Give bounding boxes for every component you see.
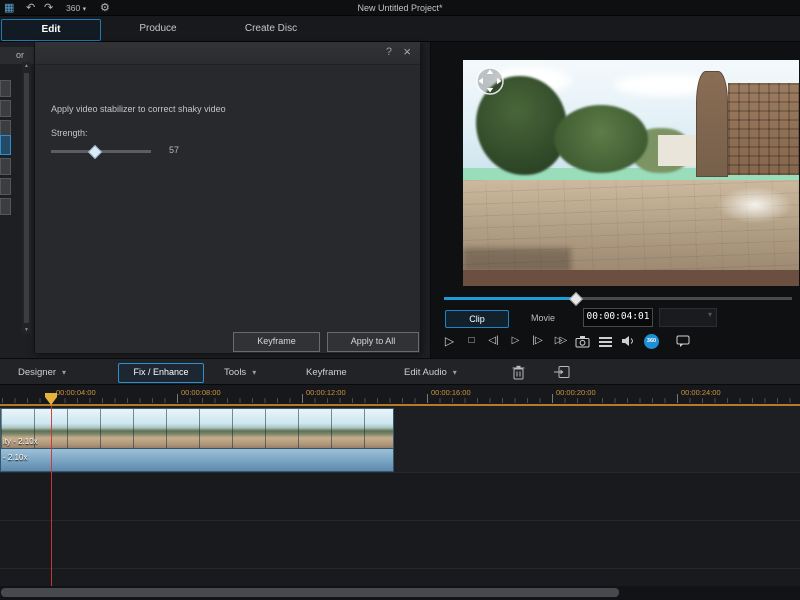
timeline-video-clip[interactable]: ity - 2.10x xyxy=(0,408,394,450)
close-icon[interactable]: × xyxy=(403,44,411,59)
ruler-label: 00:00:16:00 xyxy=(431,388,471,397)
video-ground-strip xyxy=(463,270,799,286)
volume-speaker-icon[interactable] xyxy=(621,335,635,347)
tab-create-disc[interactable]: Create Disc xyxy=(216,19,326,39)
tab-produce[interactable]: Produce xyxy=(100,19,216,39)
delete-trash-icon[interactable] xyxy=(512,365,525,385)
chevron-down-icon: ▾ xyxy=(453,368,457,377)
preview-tab-clip[interactable]: Clip xyxy=(445,310,509,328)
chevron-down-icon: ▾ xyxy=(708,310,712,319)
video-shadow xyxy=(463,248,571,273)
previous-frame-button[interactable]: ◁| xyxy=(487,331,500,351)
video-building xyxy=(728,83,799,176)
library-thumb[interactable] xyxy=(0,158,11,175)
major-tick xyxy=(302,394,303,403)
hscrollbar-thumb[interactable] xyxy=(1,588,619,597)
video-clip-label: ity - 2.10x xyxy=(3,437,38,446)
strength-slider[interactable] xyxy=(51,150,151,153)
library-thumb[interactable] xyxy=(0,100,11,117)
preview-pane: Clip Movie 00:00:04:01 ▾ ▷ □ ◁| ▷ |▷ ▷▷ … xyxy=(430,42,800,358)
fix-enhance-panel: ? × Apply video stabilizer to correct sh… xyxy=(34,42,420,353)
major-tick xyxy=(552,394,553,403)
title-bar: ▦ ↶ ↷ 360 ▾ ⚙ New Untitled Project* xyxy=(0,0,800,16)
library-thumb-selected[interactable] xyxy=(0,135,11,155)
scrollbar-thumb[interactable] xyxy=(24,73,29,323)
insert-project-icon[interactable] xyxy=(554,365,570,384)
library-thumb[interactable] xyxy=(0,178,11,195)
fast-forward-button[interactable]: ▷▷ xyxy=(553,331,566,351)
playhead-line[interactable] xyxy=(51,406,52,586)
fix-enhance-button[interactable]: Fix / Enhance xyxy=(118,363,204,383)
edit-audio-dropdown[interactable]: Edit Audio▾ xyxy=(404,359,457,386)
video-tower xyxy=(696,71,728,177)
transport-controls: ▷ □ ◁| ▷ |▷ ▷▷ 360 xyxy=(443,330,690,352)
playhead-marker[interactable] xyxy=(45,393,57,405)
stop-button[interactable]: □ xyxy=(465,331,478,351)
ruler-label: 00:00:12:00 xyxy=(306,388,346,397)
video-glare xyxy=(718,187,792,223)
preview-window-icon[interactable] xyxy=(676,335,690,347)
ruler-label: 00:00:20:00 xyxy=(556,388,596,397)
timeline-horizontal-scrollbar[interactable] xyxy=(0,586,800,600)
major-tick xyxy=(177,394,178,403)
timeline-ruler[interactable]: 00:00:04:00 00:00:08:00 00:00:12:00 00:0… xyxy=(0,385,800,406)
project-title: New Untitled Project* xyxy=(0,0,800,16)
next-frame-button[interactable]: |▷ xyxy=(531,331,544,351)
snapshot-camera-icon[interactable] xyxy=(575,335,590,348)
library-thumb[interactable] xyxy=(0,198,11,215)
keyframe-toolbar-button[interactable]: Keyframe xyxy=(306,359,347,386)
timecode-display[interactable]: 00:00:04:01 xyxy=(583,308,653,327)
panel-header: ? × xyxy=(35,42,420,65)
step-play-button[interactable]: ▷ xyxy=(509,331,522,351)
ruler-ticks xyxy=(0,398,800,403)
apply-to-all-button[interactable]: Apply to All xyxy=(327,332,419,352)
timeline-area[interactable]: ity - 2.10x - 2.10x xyxy=(0,406,800,586)
video-white-building xyxy=(658,135,702,167)
pan-360-control[interactable] xyxy=(475,66,505,101)
track-separator xyxy=(0,520,800,521)
library-thumb[interactable] xyxy=(0,80,11,97)
timeline-audio-clip[interactable]: - 2.10x xyxy=(0,448,394,472)
video-preview[interactable] xyxy=(463,60,799,286)
powerdirector-window: ▦ ↶ ↷ 360 ▾ ⚙ New Untitled Project* Edit… xyxy=(0,0,800,600)
chevron-down-icon: ▾ xyxy=(252,368,256,377)
scroll-down-icon[interactable]: ▼ xyxy=(22,327,31,333)
seek-bar[interactable] xyxy=(444,297,792,300)
designer-dropdown[interactable]: Designer▾ xyxy=(18,359,66,386)
play-button[interactable]: ▷ xyxy=(443,331,456,351)
major-tick xyxy=(427,394,428,403)
strength-label: Strength: xyxy=(51,128,88,138)
keyframe-button[interactable]: Keyframe xyxy=(233,332,320,352)
ruler-label: 00:00:24:00 xyxy=(681,388,721,397)
video-tree-mid xyxy=(554,105,648,173)
preview-quality-dropdown[interactable]: ▾ xyxy=(659,308,717,327)
audio-clip-label: - 2.10x xyxy=(3,453,27,462)
track-separator xyxy=(0,472,800,473)
timeline-toolbar: Designer▾ Fix / Enhance Tools▾ Keyframe … xyxy=(0,358,800,385)
preview-tab-movie[interactable]: Movie xyxy=(515,310,571,326)
mode-tab-bar: Edit Produce Create Disc xyxy=(0,16,800,42)
stabilizer-description: Apply video stabilizer to correct shaky … xyxy=(51,104,226,114)
strength-value: 57 xyxy=(169,145,179,155)
seek-progress xyxy=(444,297,575,300)
scroll-up-icon[interactable]: ▲ xyxy=(22,63,31,69)
library-scrollbar[interactable]: ▲ ▼ xyxy=(22,62,31,334)
track-separator xyxy=(0,568,800,569)
seek-thumb[interactable] xyxy=(568,292,582,306)
view-360-badge[interactable]: 360 xyxy=(644,334,659,349)
ruler-label: 00:00:04:00 xyxy=(56,388,96,397)
tab-edit[interactable]: Edit xyxy=(1,19,101,41)
playhead-triangle xyxy=(45,397,57,405)
tools-dropdown[interactable]: Tools▾ xyxy=(224,359,256,386)
display-options-icon[interactable] xyxy=(599,336,612,347)
chevron-down-icon: ▾ xyxy=(62,368,66,377)
ruler-label: 00:00:08:00 xyxy=(181,388,221,397)
help-icon[interactable]: ? xyxy=(386,46,392,58)
major-tick xyxy=(677,394,678,403)
slider-thumb[interactable] xyxy=(88,145,102,159)
